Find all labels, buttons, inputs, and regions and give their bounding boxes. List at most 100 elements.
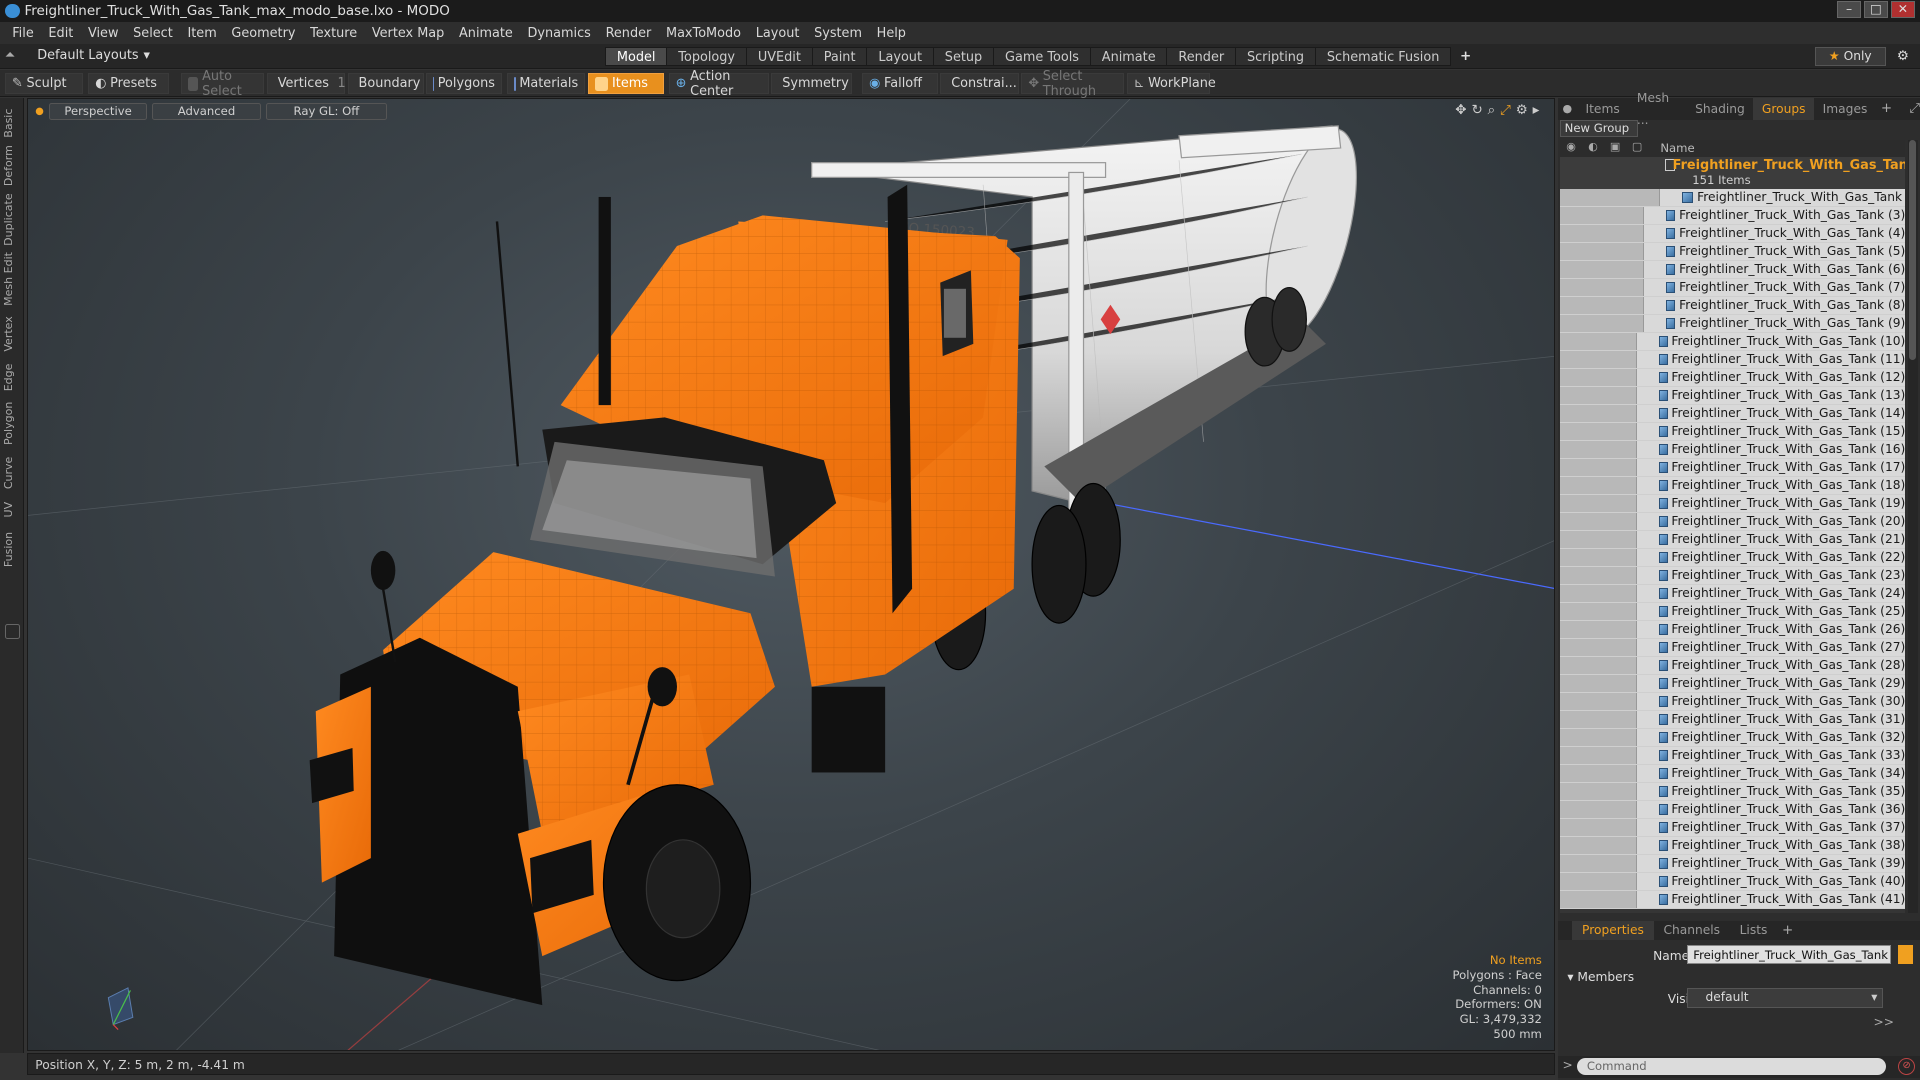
add-panel-tab-icon[interactable]: +	[1881, 101, 1892, 116]
menu-help[interactable]: Help	[869, 26, 913, 41]
constraint-button[interactable]: Constrai...	[940, 73, 1019, 95]
raygl-button[interactable]: Ray GL: Off	[265, 102, 388, 120]
tab-channels[interactable]: Channels	[1654, 921, 1730, 941]
list-item[interactable]: Freightliner_Truck_With_Gas_Tank (10)	[1560, 332, 1906, 351]
tab-render[interactable]: Render	[1166, 46, 1237, 67]
command-history-icon[interactable]: >	[1562, 1058, 1572, 1072]
list-item[interactable]: Freightliner_Truck_With_Gas_Tank (30)	[1560, 692, 1906, 711]
viewport-gear-icon[interactable]: ⚙	[1516, 103, 1528, 118]
tab-schematic-fusion[interactable]: Schematic Fusion	[1314, 46, 1452, 67]
list-item[interactable]: Freightliner_Truck_With_Gas_Tank (25)	[1560, 602, 1906, 621]
item-toggle-cols[interactable]	[1560, 206, 1644, 224]
item-toggle-cols[interactable]	[1560, 332, 1637, 350]
default-layouts-dropdown[interactable]: ⏶ Default Layouts ▾	[5, 47, 150, 65]
list-item[interactable]: Freightliner_Truck_With_Gas_Tank (9)	[1560, 314, 1906, 333]
list-item[interactable]: Freightliner_Truck_With_Gas_Tank (6)	[1560, 260, 1906, 279]
tab-setup[interactable]: Setup	[932, 46, 995, 67]
item-toggle-cols[interactable]	[1560, 530, 1637, 548]
item-toggle-cols[interactable]	[1560, 260, 1644, 278]
item-toggle-cols[interactable]	[1560, 782, 1637, 800]
list-item[interactable]: Freightliner_Truck_With_Gas_Tank (17)	[1560, 458, 1906, 477]
list-item[interactable]: Freightliner_Truck_With_Gas_Tank (23)	[1560, 566, 1906, 585]
tab-uvedit[interactable]: UVEdit	[745, 46, 813, 67]
item-toggle-cols[interactable]	[1560, 458, 1637, 476]
workplane-button[interactable]: ⊾ WorkPlane	[1126, 73, 1216, 95]
list-item[interactable]: Freightliner_Truck_With_Gas_Tank (4)	[1560, 224, 1906, 243]
tab-uv[interactable]: UV	[2, 497, 22, 521]
command-input[interactable]: Command	[1577, 1057, 1886, 1076]
expand-panel-icon[interactable]: ⤢	[1909, 101, 1920, 116]
zoom-icon[interactable]: ⌕	[1488, 103, 1496, 118]
item-toggle-cols[interactable]	[1560, 440, 1637, 458]
item-toggle-cols[interactable]	[1560, 386, 1637, 404]
list-item[interactable]: Freightliner_Truck_With_Gas_Tank (31)	[1560, 710, 1906, 729]
menu-vertex-map[interactable]: Vertex Map	[365, 26, 452, 41]
tab-topology[interactable]: Topology	[666, 46, 748, 67]
tab-images[interactable]: Images	[1814, 98, 1876, 120]
panel-menu-icon[interactable]: ●	[1562, 102, 1572, 115]
tab-deform[interactable]: Deform	[2, 144, 22, 188]
item-toggle-cols[interactable]	[1560, 764, 1637, 782]
menu-view[interactable]: View	[81, 26, 126, 41]
item-toggle-cols[interactable]	[1560, 548, 1637, 566]
tab-scripting[interactable]: Scripting	[1234, 46, 1317, 67]
vertices-button[interactable]: Vertices 1	[266, 73, 346, 95]
item-toggle-cols[interactable]	[1560, 602, 1637, 620]
tab-groups[interactable]: Groups	[1753, 97, 1815, 120]
select-col-icon[interactable]: ▢	[1626, 140, 1648, 157]
list-item[interactable]: Freightliner_Truck_With_Gas_Tank (32)	[1560, 728, 1906, 747]
item-toggle-cols[interactable]	[1560, 800, 1637, 818]
item-toggle-cols[interactable]	[1560, 584, 1637, 602]
list-item[interactable]: Freightliner_Truck_With_Gas_Tank (24)	[1560, 584, 1906, 603]
item-toggle-cols[interactable]	[1560, 746, 1637, 764]
menu-layout[interactable]: Layout	[748, 26, 806, 41]
item-toggle-cols[interactable]	[1560, 566, 1637, 584]
item-toggle-cols[interactable]	[1560, 638, 1637, 656]
item-toggle-cols[interactable]	[1560, 404, 1637, 422]
item-toggle-cols[interactable]	[1560, 296, 1644, 314]
list-item[interactable]: Freightliner_Truck_With_Gas_Tank (14)	[1560, 404, 1906, 423]
menu-system[interactable]: System	[807, 26, 870, 41]
maximize-button[interactable]: □	[1863, 1, 1889, 19]
polygons-button[interactable]: Polygons	[426, 73, 503, 95]
render-col-icon[interactable]: ◐	[1582, 140, 1604, 157]
item-toggle-cols[interactable]	[1560, 224, 1644, 242]
list-item[interactable]: Freightliner_Truck_With_Gas_Tank (18)	[1560, 476, 1906, 495]
tab-lists[interactable]: Lists	[1730, 921, 1777, 941]
list-item[interactable]: Freightliner_Truck_With_Gas_Tank (7)	[1560, 278, 1906, 297]
tab-vertex[interactable]: Vertex	[2, 313, 22, 355]
item-toggle-cols[interactable]	[1560, 314, 1644, 332]
members-section[interactable]: ▾ Members	[1567, 970, 1634, 984]
list-item[interactable]: Freightliner_Truck_With_Gas_Tank (22)	[1560, 548, 1906, 567]
sculpt-button[interactable]: ✎ Sculpt	[4, 73, 84, 95]
list-item[interactable]: Freightliner_Truck_With_Gas_Tank (41)	[1560, 890, 1906, 909]
list-item[interactable]: Freightliner_Truck_With_Gas_Tank (38)	[1560, 836, 1906, 855]
menu-dynamics[interactable]: Dynamics	[520, 26, 598, 41]
list-item[interactable]: Freightliner_Truck_With_Gas_Tank (39)	[1560, 854, 1906, 873]
falloff-button[interactable]: ◉ Falloff	[862, 73, 938, 95]
item-toggle-cols[interactable]	[1560, 242, 1644, 260]
menu-animate[interactable]: Animate	[452, 26, 521, 41]
boundary-button[interactable]: Boundary	[347, 73, 424, 95]
list-item[interactable]: Freightliner_Truck_With_Gas_Tank (3)	[1560, 206, 1906, 225]
rotate-icon[interactable]: ↻	[1471, 103, 1482, 118]
action-center-button[interactable]: ⊕ Action Center	[668, 69, 769, 99]
list-item[interactable]: Freightliner_Truck_With_Gas_Tank (26)	[1560, 620, 1906, 639]
list-item[interactable]: Freightliner_Truck_With_Gas_Tank (37)	[1560, 818, 1906, 837]
play-icon[interactable]: ▸	[1533, 103, 1540, 118]
list-item[interactable]: Freightliner_Truck_With_Gas_Tank (40)	[1560, 872, 1906, 891]
tab-duplicate[interactable]: Duplicate	[2, 193, 22, 247]
view-perspective-button[interactable]: Perspective	[48, 102, 148, 120]
item-toggle-cols[interactable]	[1560, 818, 1637, 836]
menu-maxtomodo[interactable]: MaxToModo	[659, 26, 749, 41]
menu-edit[interactable]: Edit	[41, 26, 81, 41]
tab-curve[interactable]: Curve	[2, 453, 22, 492]
lock-col-icon[interactable]: ▣	[1604, 140, 1626, 157]
list-scrollbar[interactable]	[1907, 139, 1918, 914]
item-toggle-cols[interactable]	[1560, 512, 1637, 530]
item-toggle-cols[interactable]	[1560, 728, 1637, 746]
list-item[interactable]: Freightliner_Truck_With_Gas_Tank (15)	[1560, 422, 1906, 441]
select-through-button[interactable]: ✥ Select Through	[1021, 69, 1125, 99]
item-toggle-cols[interactable]	[1560, 692, 1637, 710]
group-root-row[interactable]: Freightliner_Truck_With_Gas_Tank... 151 …	[1560, 156, 1906, 189]
